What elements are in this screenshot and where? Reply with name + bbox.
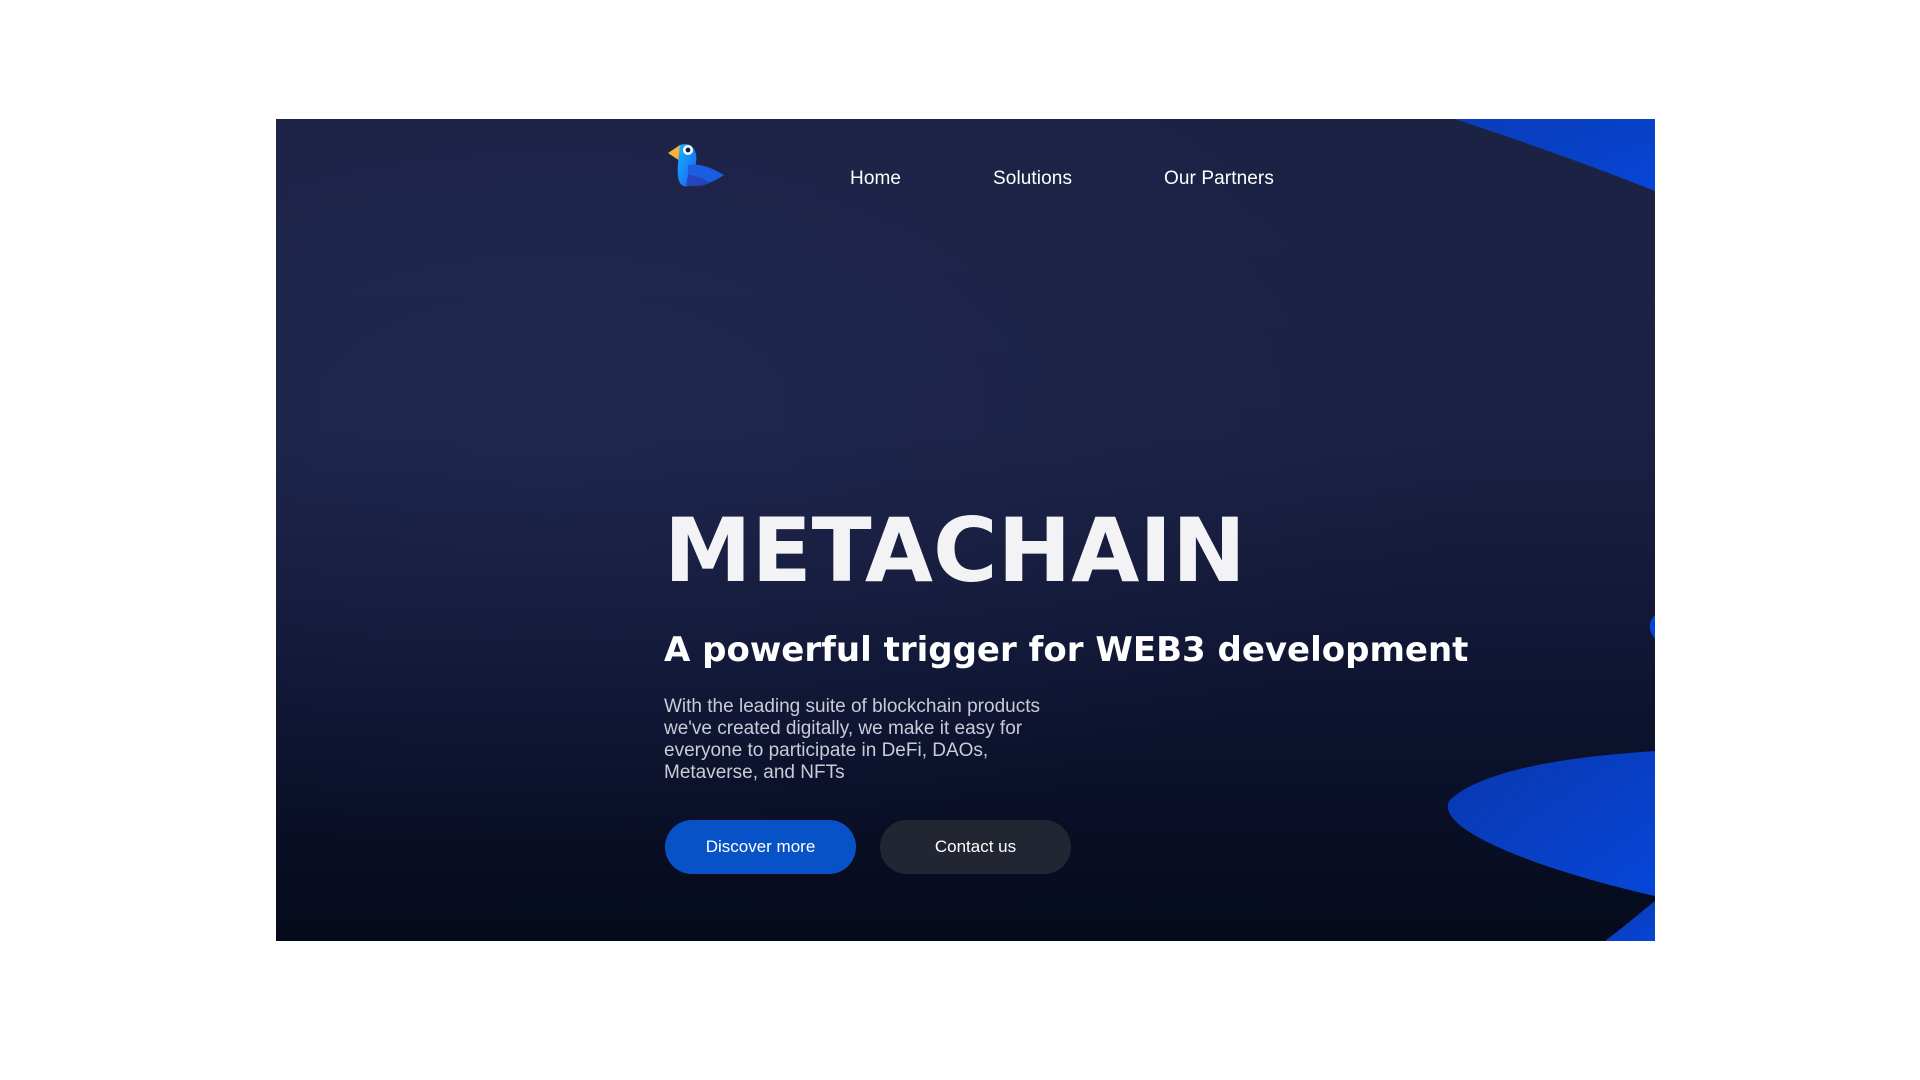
hero-section: Home Solutions Our Partners METACHAIN A … <box>276 119 1655 941</box>
bird-logo-icon[interactable] <box>666 139 730 193</box>
discover-more-button[interactable]: Discover more <box>665 820 856 874</box>
right-edge-blue-shape <box>1649 615 1655 639</box>
top-navigation: Home Solutions Our Partners <box>276 119 1655 239</box>
bottom-right-blue-shape <box>1447 751 1655 941</box>
hero-description: With the leading suite of blockchain pro… <box>664 696 1040 783</box>
hero-subtitle: A powerful trigger for WEB3 development <box>664 630 1469 670</box>
contact-us-button[interactable]: Contact us <box>880 820 1071 874</box>
hero-title: METACHAIN <box>664 499 1246 602</box>
nav-link-home[interactable]: Home <box>850 168 901 190</box>
page: Home Solutions Our Partners METACHAIN A … <box>0 0 1920 1080</box>
nav-link-solutions[interactable]: Solutions <box>993 168 1072 190</box>
nav-link-our-partners[interactable]: Our Partners <box>1164 168 1274 190</box>
